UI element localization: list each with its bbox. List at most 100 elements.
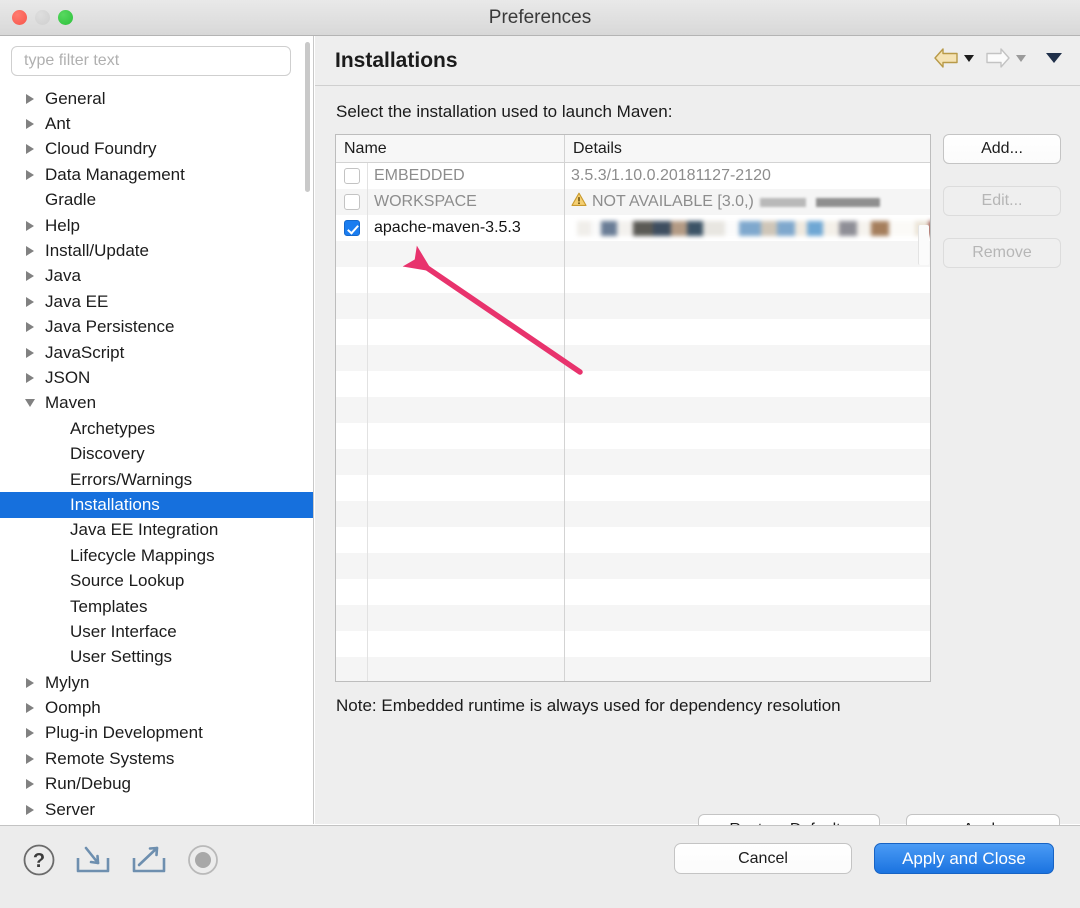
sidebar-item-ant[interactable]: Ant (0, 111, 313, 136)
sidebar-item-archetypes[interactable]: Archetypes (0, 416, 313, 441)
empty-cell (565, 527, 930, 553)
empty-cell (368, 371, 565, 397)
chevron-right-icon[interactable] (22, 86, 38, 111)
sidebar-item-install-update[interactable]: Install/Update (0, 238, 313, 263)
chevron-down-icon[interactable] (22, 391, 38, 416)
row-checkbox-cell[interactable] (336, 189, 368, 215)
sidebar-item-maven[interactable]: Maven (0, 391, 313, 416)
checkbox-unchecked-icon[interactable] (343, 168, 360, 184)
sidebar-item-label: Maven (45, 393, 97, 413)
sidebar-item-label: Ant (45, 114, 71, 134)
sidebar-item-javascript[interactable]: JavaScript (0, 340, 313, 365)
sidebar-item-installations[interactable]: Installations (0, 492, 313, 518)
sidebar-item-java-ee[interactable]: Java EE (0, 289, 313, 314)
sidebar-item-server[interactable]: Server (0, 797, 313, 822)
preferences-sidebar: General Ant Cloud Foundry Data Management Gr… (0, 36, 314, 824)
empty-cell (336, 293, 368, 319)
back-nav-group[interactable] (933, 47, 985, 69)
chevron-right-icon[interactable] (22, 746, 38, 771)
search-input[interactable] (11, 46, 291, 76)
empty-cell (565, 371, 930, 397)
row-checkbox-cell[interactable] (336, 215, 368, 241)
sidebar-item-label: User Settings (70, 647, 173, 667)
panel-nav-icons (933, 47, 1062, 69)
chevron-right-icon[interactable] (22, 340, 38, 365)
sidebar-item-remote-systems[interactable]: Remote Systems (0, 746, 313, 771)
sidebar-item-mylyn[interactable]: Mylyn (0, 670, 313, 695)
back-dropdown-caret-icon[interactable] (964, 54, 974, 62)
chevron-right-icon[interactable] (22, 289, 38, 314)
chevron-right-icon[interactable] (22, 162, 38, 187)
sidebar-item-label: Mylyn (45, 672, 90, 692)
sidebar-item-label: Lifecycle Mappings (70, 545, 215, 565)
sidebar-item-java-persistence[interactable]: Java Persistence (0, 315, 313, 340)
empty-cell (565, 319, 930, 345)
chevron-right-icon[interactable] (22, 137, 38, 162)
page-title: Installations (335, 49, 458, 72)
sidebar-item-lifecycle-mappings[interactable]: Lifecycle Mappings (0, 543, 313, 568)
chevron-right-icon[interactable] (22, 213, 38, 238)
column-header-details[interactable]: Details (565, 135, 930, 162)
sidebar-item-user-settings[interactable]: User Settings (0, 645, 313, 670)
empty-cell (565, 657, 930, 681)
view-menu-caret-icon[interactable] (1046, 53, 1062, 63)
installations-table: Name Details EMBEDDED 3.5.3/1.10.0.201811… (335, 134, 931, 682)
checkbox-checked-icon[interactable] (343, 220, 360, 236)
sidebar-item-user-interface[interactable]: User Interface (0, 619, 313, 644)
sidebar-item-label: Archetypes (70, 418, 156, 438)
apply-and-close-button[interactable]: Apply and Close (874, 843, 1054, 874)
empty-cell (336, 475, 368, 501)
sidebar-item-errors-warnings[interactable]: Errors/Warnings (0, 467, 313, 492)
sidebar-item-run-debug[interactable]: Run/Debug (0, 772, 313, 797)
sidebar-item-java[interactable]: Java (0, 264, 313, 289)
table-empty-row (336, 657, 930, 681)
sidebar-scrollbar[interactable] (304, 36, 312, 824)
table-row[interactable]: WORKSPACE NOT AVAILABLE [3.0,) (336, 189, 930, 215)
chevron-right-icon[interactable] (22, 315, 38, 340)
chevron-right-icon[interactable] (22, 365, 38, 390)
sidebar-item-source-lookup[interactable]: Source Lookup (0, 568, 313, 593)
help-icon[interactable]: ? (22, 843, 56, 877)
chevron-right-icon[interactable] (22, 772, 38, 797)
export-icon[interactable] (130, 843, 168, 877)
chevron-right-icon[interactable] (22, 264, 38, 289)
table-scrollbar-thumb[interactable] (918, 225, 929, 265)
empty-cell (565, 267, 930, 293)
sidebar-item-help[interactable]: Help (0, 213, 313, 238)
sidebar-item-data-management[interactable]: Data Management (0, 162, 313, 187)
table-empty-row (336, 579, 930, 605)
sidebar-item-gradle[interactable]: Gradle (0, 188, 313, 213)
cancel-button[interactable]: Cancel (674, 843, 852, 874)
add-button[interactable]: Add... (943, 134, 1061, 164)
empty-cell (565, 241, 930, 267)
table-row[interactable]: apache-maven-3.5.3 (336, 215, 930, 241)
chevron-right-icon[interactable] (22, 721, 38, 746)
chevron-right-icon[interactable] (22, 670, 38, 695)
chevron-right-icon[interactable] (22, 238, 38, 263)
record-icon[interactable] (186, 843, 220, 877)
column-header-name[interactable]: Name (336, 135, 565, 162)
empty-cell (565, 631, 930, 657)
sidebar-item-oomph[interactable]: Oomph (0, 695, 313, 720)
sidebar-item-plug-in-development[interactable]: Plug-in Development (0, 721, 313, 746)
sidebar-item-templates[interactable]: Templates (0, 594, 313, 619)
chevron-right-icon[interactable] (22, 111, 38, 136)
row-checkbox-cell[interactable] (336, 163, 368, 189)
table-row[interactable]: EMBEDDED 3.5.3/1.10.0.20181127-2120 (336, 163, 930, 189)
checkbox-unchecked-icon[interactable] (343, 194, 360, 210)
back-arrow-icon[interactable] (933, 47, 959, 69)
empty-cell (565, 475, 930, 501)
sidebar-item-label: JSON (45, 367, 91, 387)
sidebar-item-json[interactable]: JSON (0, 365, 313, 390)
sidebar-item-general[interactable]: General (0, 86, 313, 111)
sidebar-scrollbar-thumb[interactable] (305, 42, 310, 192)
empty-cell (565, 579, 930, 605)
sidebar-item-cloud-foundry[interactable]: Cloud Foundry (0, 137, 313, 162)
chevron-right-icon[interactable] (22, 797, 38, 822)
chevron-right-icon[interactable] (22, 695, 38, 720)
import-icon[interactable] (74, 843, 112, 877)
sidebar-item-discovery[interactable]: Discovery (0, 441, 313, 466)
empty-cell (368, 397, 565, 423)
sidebar-item-java-ee-integration[interactable]: Java EE Integration (0, 518, 313, 543)
